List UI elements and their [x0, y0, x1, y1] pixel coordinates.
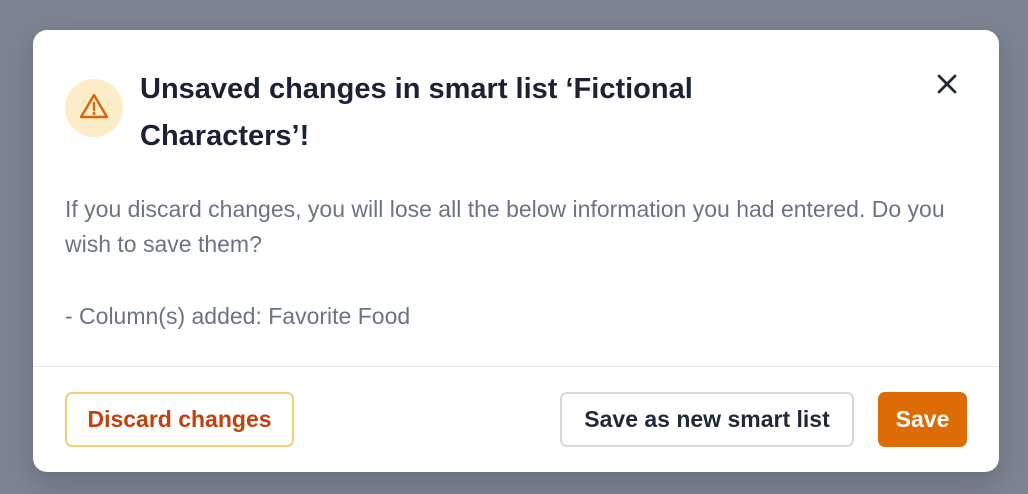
close-icon [936, 73, 958, 100]
save-as-new-smart-list-button[interactable]: Save as new smart list [560, 392, 854, 447]
footer-divider [33, 366, 999, 367]
discard-changes-button[interactable]: Discard changes [65, 392, 294, 447]
change-list-item: - Column(s) added: Favorite Food [65, 303, 411, 329]
unsaved-changes-dialog: Unsaved changes in smart list ‘Fictional… [33, 30, 999, 472]
close-button[interactable] [927, 66, 967, 106]
warning-triangle-icon [79, 92, 109, 125]
warning-icon-badge [65, 79, 123, 137]
dialog-title: Unsaved changes in smart list ‘Fictional… [140, 73, 693, 152]
dialog-message: If you discard changes, you will lose al… [65, 196, 945, 257]
save-button[interactable]: Save [878, 392, 967, 447]
